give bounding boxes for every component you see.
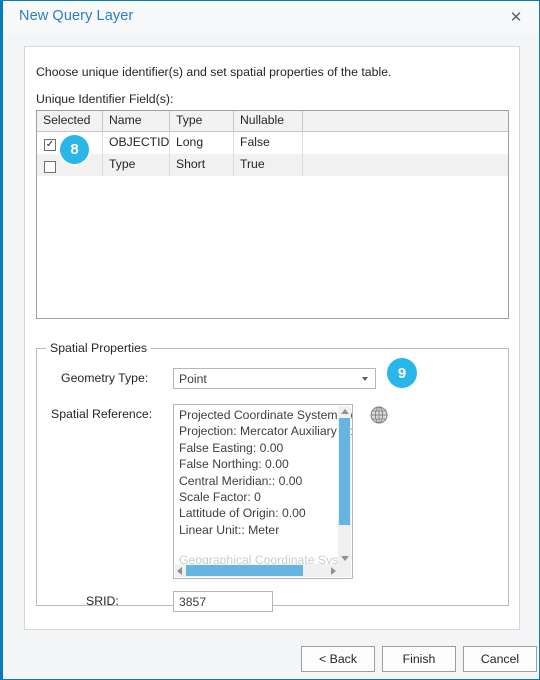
sr-line: Central Meridian:: 0.00	[179, 473, 303, 488]
checkbox-type[interactable]	[44, 160, 56, 173]
chevron-down-icon	[362, 377, 368, 381]
checkbox-objectid[interactable]: ✓	[44, 138, 56, 151]
horizontal-scrollbar-thumb[interactable]	[186, 565, 303, 576]
callout-badge-8: 8	[60, 135, 89, 164]
row-type-cell: Long	[170, 132, 234, 154]
srid-label: SRID:	[86, 594, 119, 608]
instruction-text: Choose unique identifier(s) and set spat…	[36, 65, 392, 79]
row-name-cell: OBJECTID	[103, 132, 170, 154]
srid-value: 3857	[179, 595, 207, 609]
grid-header-row: Selected Name Type Nullable	[37, 111, 508, 132]
row-blank-cell	[303, 154, 508, 176]
globe-icon[interactable]	[369, 405, 389, 425]
row-nullable-cell: False	[234, 132, 303, 154]
new-query-layer-dialog: New Query Layer ✕ Choose unique identifi…	[0, 0, 540, 680]
grid-header-nullable[interactable]: Nullable	[234, 111, 303, 131]
table-row[interactable]: ✓ OBJECTID Long False	[37, 132, 508, 154]
sr-line: False Easting: 0.00	[179, 440, 284, 455]
scroll-down-icon[interactable]	[341, 556, 349, 561]
grid-header-blank	[303, 111, 508, 131]
geometry-type-value: Point	[179, 372, 207, 386]
sr-line: Linear Unit:: Meter	[179, 522, 280, 537]
scrollbar-corner	[338, 564, 351, 577]
cancel-button[interactable]: Cancel	[463, 646, 537, 672]
scroll-right-icon[interactable]	[331, 567, 336, 575]
unique-identifier-grid[interactable]: Selected Name Type Nullable ✓ OBJECTID L…	[36, 110, 509, 319]
unique-identifier-label: Unique Identifier Field(s):	[36, 92, 174, 106]
srid-input[interactable]: 3857	[173, 591, 273, 612]
horizontal-scrollbar[interactable]	[175, 564, 338, 577]
sr-line: False Northing: 0.00	[179, 457, 289, 472]
vertical-scrollbar-thumb[interactable]	[339, 418, 350, 525]
row-name-cell: Type	[103, 154, 170, 176]
scroll-up-icon[interactable]	[341, 409, 349, 414]
geometry-type-label: Geometry Type:	[61, 371, 149, 385]
spatial-properties-group: Spatial Properties Geometry Type: Point …	[36, 341, 509, 612]
close-icon[interactable]: ✕	[499, 3, 533, 31]
dialog-content-panel: Choose unique identifier(s) and set spat…	[24, 46, 520, 630]
grid-header-selected[interactable]: Selected	[37, 111, 103, 131]
geometry-type-select[interactable]: Point	[173, 368, 376, 389]
scroll-left-icon[interactable]	[177, 567, 182, 575]
callout-badge-9: 9	[387, 358, 417, 388]
spatial-reference-listbox[interactable]: Projected Coordinate System: WGS 1984 We…	[173, 404, 353, 579]
grid-header-type[interactable]: Type	[170, 111, 234, 131]
dialog-title: New Query Layer	[19, 8, 134, 24]
spatial-properties-legend: Spatial Properties	[46, 341, 152, 355]
row-blank-cell	[303, 132, 508, 154]
spatial-reference-lines: Projected Coordinate System: WGS 1984 We…	[179, 407, 352, 569]
grid-header-name[interactable]: Name	[103, 111, 170, 131]
row-nullable-cell: True	[234, 154, 303, 176]
row-type-cell: Short	[170, 154, 234, 176]
sr-line: Projection: Mercator Auxiliary Sphere	[179, 424, 352, 439]
table-row[interactable]: Type Short True	[37, 154, 508, 176]
sr-line: Scale Factor: 0	[179, 490, 261, 505]
sr-line: Lattitude of Origin: 0.00	[179, 506, 306, 521]
back-button[interactable]: < Back	[301, 646, 375, 672]
sr-line: Projected Coordinate System: WGS 1984 We…	[179, 408, 352, 422]
finish-button[interactable]: Finish	[382, 646, 456, 672]
vertical-scrollbar[interactable]	[338, 406, 351, 564]
dialog-titlebar: New Query Layer ✕	[3, 1, 539, 33]
spatial-reference-label: Spatial Reference:	[51, 407, 153, 421]
